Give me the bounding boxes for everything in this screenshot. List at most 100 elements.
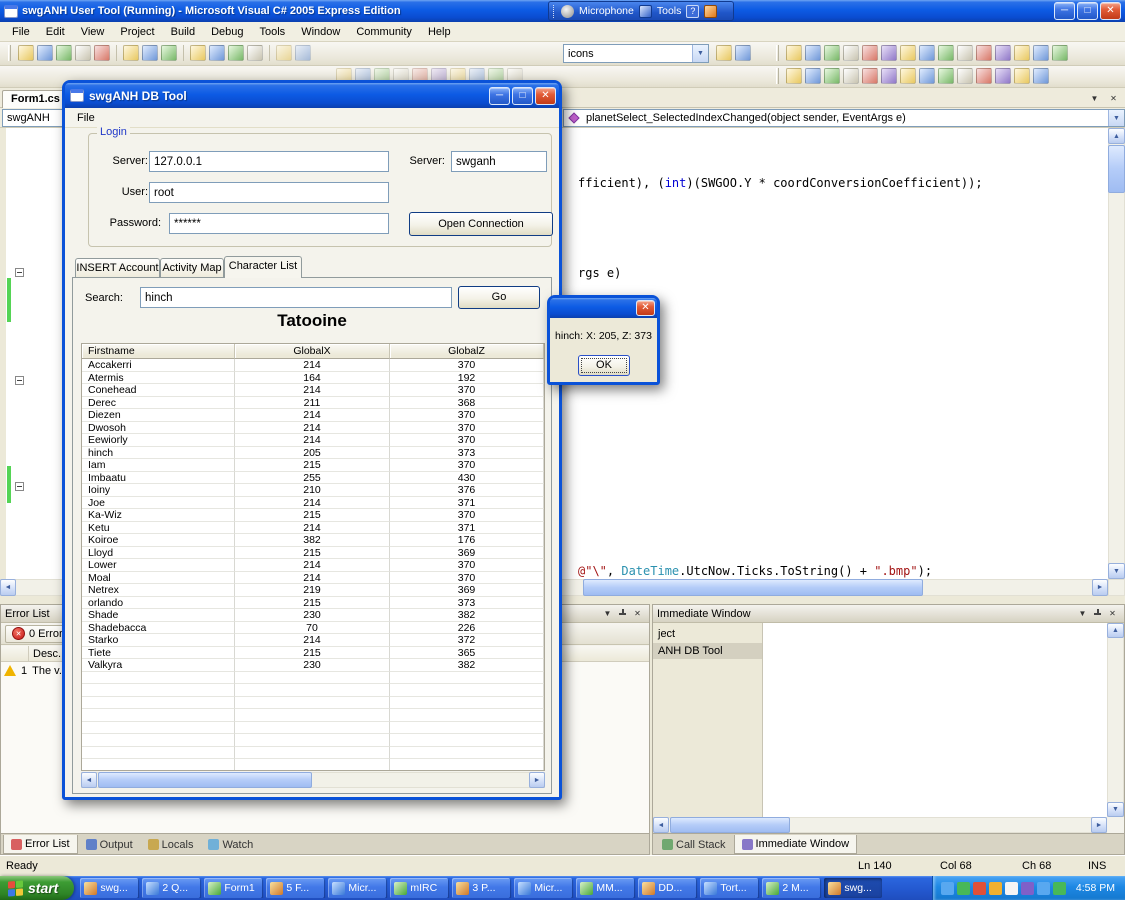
password-input[interactable] [169,213,389,234]
table-row[interactable]: Imbaatu 255 430 [82,472,544,485]
toolbar-icon[interactable] [247,45,263,61]
toolbar-icon[interactable] [995,68,1011,84]
toolbar-icon[interactable] [995,45,1011,61]
table-row[interactable] [82,722,544,735]
minimize-button[interactable]: ─ [489,87,510,105]
column-header-globalz[interactable]: GlobalZ [390,344,544,359]
toolbar-icon[interactable] [295,45,311,61]
drag-handle[interactable] [8,45,11,61]
drag-handle[interactable] [776,45,779,61]
toolbar-icon[interactable] [938,68,954,84]
toolbar-icon[interactable] [94,45,110,61]
toolbar-icon[interactable] [716,45,732,61]
toolbar-icon[interactable] [976,68,992,84]
maximize-button[interactable]: □ [1077,2,1098,20]
toolbar-icon[interactable] [161,45,177,61]
taskbar-button[interactable]: MM... [576,878,634,898]
toolbar-icon[interactable] [957,45,973,61]
maximize-button[interactable]: □ [512,87,533,105]
toolbar-icon[interactable] [786,45,802,61]
close-button[interactable]: ✕ [636,300,655,316]
tab-insert-account[interactable]: INSERT Account [75,258,160,277]
tray-icon[interactable] [957,882,970,895]
editor-vertical-scrollbar[interactable]: ▲ ▼ [1108,128,1125,579]
close-button[interactable]: ✕ [1100,2,1121,20]
tab-immediate-window[interactable]: Immediate Window [734,835,858,854]
table-row[interactable]: orlando 215 373 [82,597,544,610]
column-header-firstname[interactable]: Firstname [82,344,235,359]
dbtool-title-bar[interactable]: swgANH DB Tool ─ □ ✕ [65,83,559,108]
table-row[interactable]: Derec 211 368 [82,397,544,410]
tray-icon[interactable] [1053,882,1066,895]
menu-item[interactable]: Debug [203,23,251,41]
scroll-up-icon[interactable]: ▲ [1108,128,1125,144]
close-document-icon[interactable]: ✕ [1106,91,1121,105]
user-input[interactable] [149,182,389,203]
immediate-horizontal-scrollbar[interactable]: ◄ ► [653,817,1107,833]
menu-item[interactable]: Community [348,23,420,41]
doc-list-dropdown-icon[interactable]: ▼ [1087,91,1102,105]
go-button[interactable]: Go [458,286,540,309]
scroll-thumb[interactable] [670,817,790,833]
immediate-title-bar[interactable]: Immediate Window ▼ ✕ [653,605,1124,623]
scroll-right-icon[interactable]: ► [1092,579,1108,596]
taskbar-button[interactable]: Form1 [204,878,262,898]
taskbar-button[interactable]: 5 F... [266,878,324,898]
tab-output[interactable]: Output [79,835,140,854]
toolbar-icon[interactable] [276,45,292,61]
toolbar-icon[interactable] [735,45,751,61]
minimize-button[interactable]: ─ [1054,2,1075,20]
scroll-left-icon[interactable]: ◄ [81,772,97,788]
scroll-up-icon[interactable]: ▲ [1107,623,1124,638]
table-horizontal-scrollbar[interactable]: ◄ ► [81,772,545,788]
character-table[interactable]: Firstname GlobalX GlobalZ Accakerri 214 … [81,343,545,771]
taskbar-button[interactable]: DD... [638,878,696,898]
tab-error-list[interactable]: Error List [3,835,78,854]
tab-locals[interactable]: Locals [141,835,201,854]
menu-item[interactable]: Build [163,23,203,41]
table-row[interactable] [82,684,544,697]
toolbar-icon[interactable] [976,45,992,61]
table-row[interactable]: Iam 215 370 [82,459,544,472]
table-row[interactable]: Ioiny 210 376 [82,484,544,497]
taskbar-button[interactable]: swg... [80,878,138,898]
toolbar-icon[interactable] [56,45,72,61]
scroll-left-icon[interactable]: ◄ [0,579,16,596]
tab-character-list[interactable]: Character List [224,256,302,278]
open-connection-button[interactable]: Open Connection [409,212,553,236]
toolbar-icon[interactable] [862,68,878,84]
microphone-icon[interactable] [561,5,574,18]
taskbar-button[interactable]: mIRC [390,878,448,898]
toolbar-icon[interactable] [824,45,840,61]
table-row[interactable]: Lloyd 215 369 [82,547,544,560]
language-bar[interactable]: Microphone Tools ? [548,1,734,21]
toolbar-icon[interactable] [938,45,954,61]
drag-handle[interactable] [776,68,779,84]
toolbar-icon[interactable] [1052,45,1068,61]
tools-icon[interactable] [639,5,652,18]
toolbar-icon[interactable] [919,45,935,61]
scroll-right-icon[interactable]: ► [1091,817,1107,833]
menu-item[interactable]: Tools [252,23,294,41]
table-row[interactable]: Shadebacca 70 226 [82,622,544,635]
table-row[interactable]: Ketu 214 371 [82,522,544,535]
table-row[interactable]: Koiroe 382 176 [82,534,544,547]
toolbar-icon[interactable] [142,45,158,61]
toolbar-icon[interactable] [919,68,935,84]
toolbar-icon[interactable] [862,45,878,61]
menu-item[interactable]: Help [420,23,459,41]
search-input[interactable] [140,287,452,308]
toolbar-icon[interactable] [824,68,840,84]
icon-column-header[interactable] [1,646,29,662]
toolbar-icon[interactable] [123,45,139,61]
table-row[interactable] [82,697,544,710]
toolbar-icon[interactable] [786,68,802,84]
table-row[interactable]: Atermis 164 192 [82,372,544,385]
code-fold-icon[interactable] [15,376,24,385]
clock[interactable]: 4:58 PM [1076,882,1115,894]
toolbar-icon[interactable] [1033,68,1049,84]
pin-icon[interactable] [1090,607,1105,621]
column-header-globalx[interactable]: GlobalX [235,344,390,359]
table-row[interactable]: Starko 214 372 [82,634,544,647]
close-panel-icon[interactable]: ✕ [1105,607,1120,621]
